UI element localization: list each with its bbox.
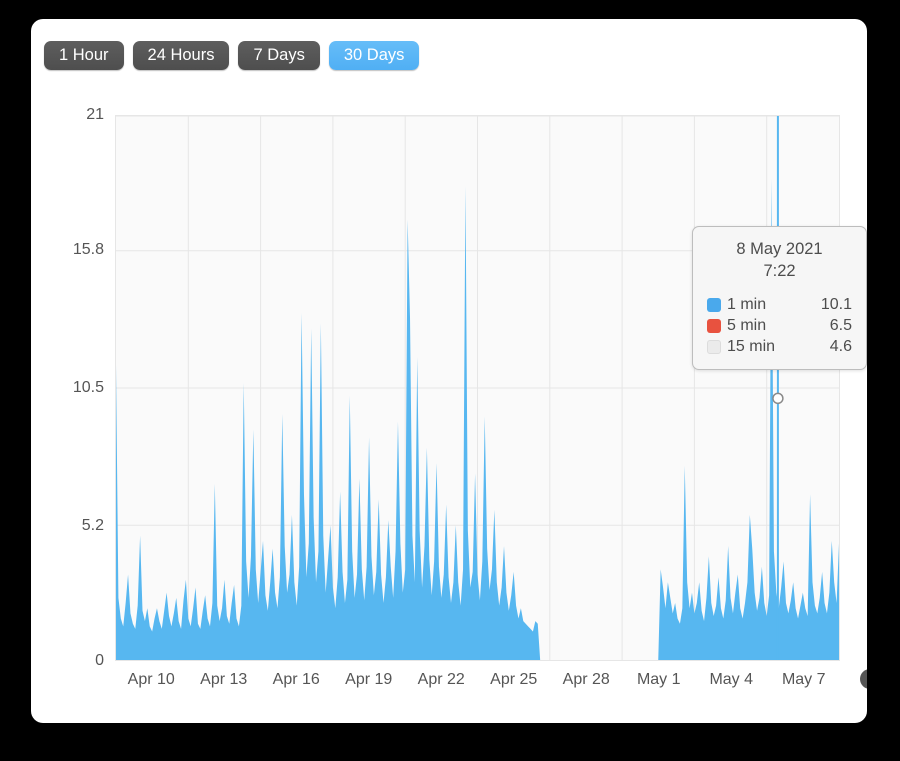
y-axis-tick-label: 10.5 <box>72 379 104 396</box>
tooltip-row: 5 min 6.5 <box>707 315 852 336</box>
range-button-7-days[interactable]: 7 Days <box>238 41 320 70</box>
series-value: 6.5 <box>829 317 852 334</box>
series-name: 1 min <box>727 296 767 313</box>
range-button-30-days[interactable]: 30 Days <box>328 41 420 70</box>
hover-tooltip: 8 May 2021 7:22 1 min 10.1 5 min 6.5 15 min 4… <box>692 226 867 370</box>
x-axis-tick-label: May 7 <box>781 671 826 688</box>
range-button-24-hours[interactable]: 24 Hours <box>132 41 230 70</box>
y-axis-tick-label: 0 <box>95 652 104 669</box>
series-swatch <box>707 297 721 312</box>
series-swatch <box>707 339 721 354</box>
series-name: 15 min <box>727 338 776 355</box>
clock-icon[interactable] <box>859 668 867 690</box>
series-value: 10.1 <box>820 296 852 313</box>
tooltip-series-list: 1 min 10.1 5 min 6.5 15 min 4.6 <box>707 294 852 357</box>
y-axis-tick-label: 15.8 <box>72 241 104 259</box>
monitoring-card: 1 Hour 24 Hours 7 Days 30 Days 0 5.2 10.5 15.8… <box>31 19 867 723</box>
load-average-chart <box>116 116 839 660</box>
tooltip-row: 1 min 10.1 <box>707 294 852 315</box>
y-axis-tick-label: 5.2 <box>81 516 104 534</box>
tooltip-time: 7:22 <box>763 262 796 280</box>
tooltip-row: 15 min 4.6 <box>707 336 852 357</box>
y-axis-tick-label: 21 <box>86 106 104 123</box>
time-range-selector: 1 Hour 24 Hours 7 Days 30 Days <box>44 41 420 70</box>
series-name: 5 min <box>727 317 767 334</box>
chart-container: 0 5.2 10.5 15.8 21 Apr 10 Apr 13 Apr 16 Apr 19 A… <box>31 79 867 723</box>
series-value: 4.6 <box>829 338 852 355</box>
range-button-1-hour[interactable]: 1 Hour <box>44 41 124 70</box>
series-swatch <box>707 318 721 333</box>
plot-area[interactable] <box>115 115 840 661</box>
tooltip-date: 8 May 2021 <box>736 240 823 258</box>
